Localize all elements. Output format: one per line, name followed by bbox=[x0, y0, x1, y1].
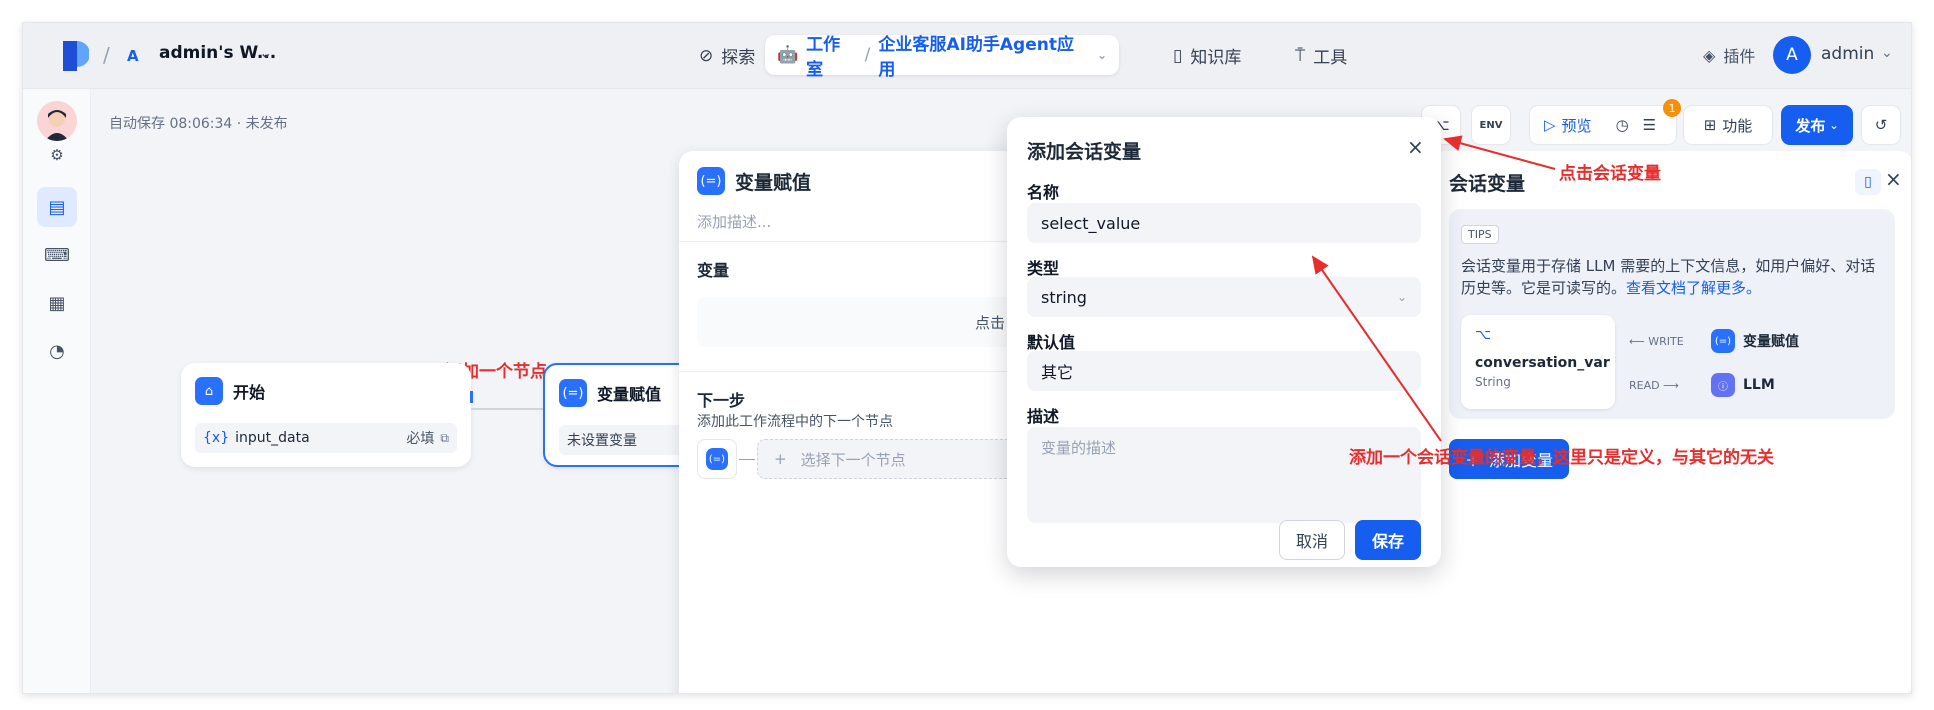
app-window: / A admin's W... ⌄ ⊘ 探索 🤖 工作室 / 企业客服AI助手A… bbox=[22, 22, 1912, 694]
annotation-arrows bbox=[1311, 135, 1556, 442]
arrow-to-conv-var-button bbox=[1443, 135, 1556, 170]
arrow-to-name-input bbox=[1311, 255, 1442, 442]
